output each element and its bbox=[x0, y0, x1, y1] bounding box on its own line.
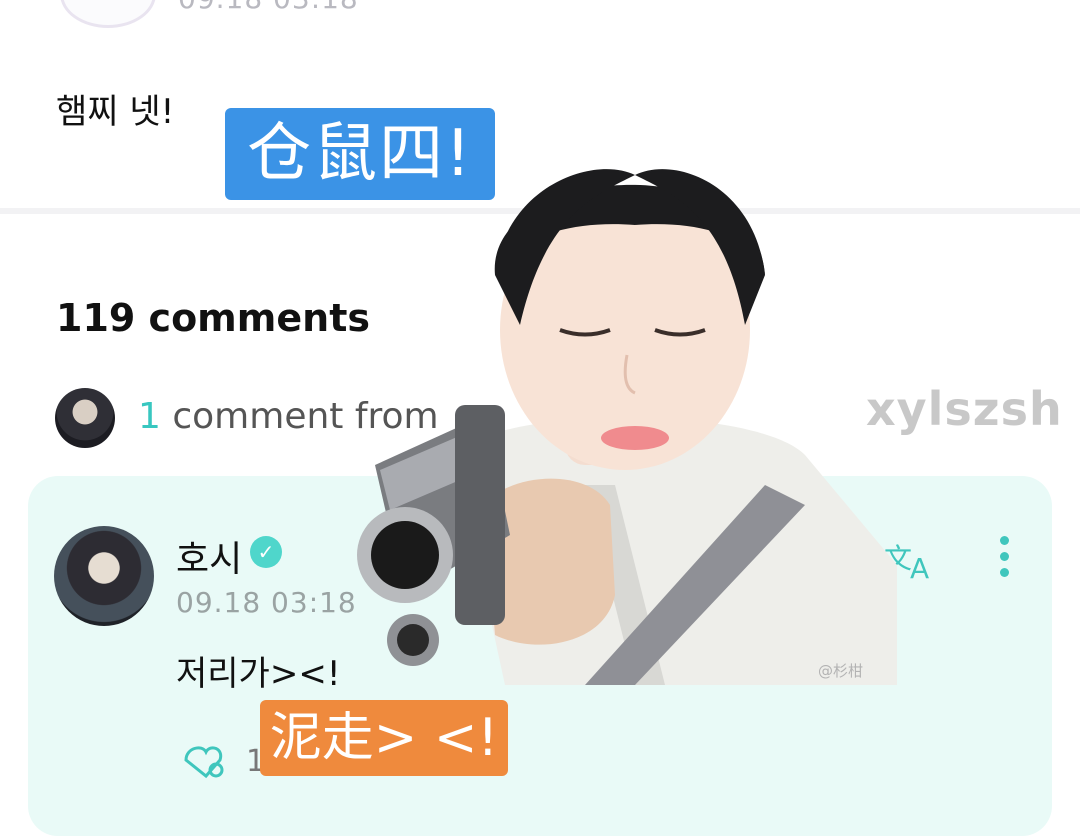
verified-badge-icon: ✓ bbox=[250, 536, 282, 568]
comment-text: 저리가><! bbox=[176, 654, 341, 694]
more-vertical-icon[interactable] bbox=[998, 536, 1010, 584]
artist-comment-avatar[interactable] bbox=[55, 388, 115, 448]
subtitle-bottom: 泥走> <! bbox=[260, 700, 508, 776]
svg-text:A: A bbox=[910, 552, 929, 582]
post-body-text: 햄찌 넷! bbox=[56, 92, 175, 132]
like-icon[interactable] bbox=[180, 738, 228, 792]
artist-comment-count: 1 bbox=[138, 396, 161, 437]
post-author-avatar[interactable] bbox=[60, 0, 156, 28]
comment-author-name[interactable]: 호시 bbox=[176, 530, 242, 582]
comments-count-heading: 119 comments bbox=[56, 296, 370, 340]
comment-timestamp: 09.18 03:18 bbox=[176, 586, 357, 619]
post-timestamp: 09.18 03:18 bbox=[178, 0, 359, 15]
comment-author-avatar[interactable] bbox=[54, 526, 154, 626]
meme-credit: @杉柑 bbox=[818, 662, 864, 680]
meme-sticker-overlay bbox=[357, 169, 897, 685]
